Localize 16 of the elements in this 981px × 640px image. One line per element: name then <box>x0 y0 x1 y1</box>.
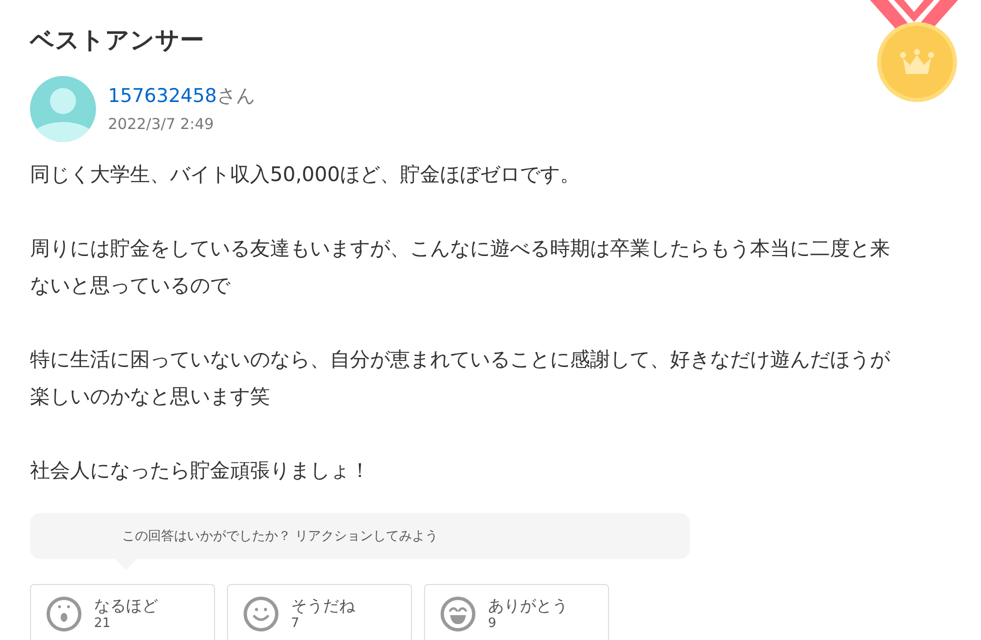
username-link[interactable]: 157632458 <box>108 85 217 107</box>
reaction-button[interactable]: ありがとう 9 <box>424 584 609 640</box>
reaction-prompt: この回答はいかがでしたか？ リアクションしてみよう <box>122 528 438 545</box>
surprised-face-icon <box>46 596 82 632</box>
reaction-button[interactable]: そうだね 7 <box>227 584 412 640</box>
reaction-button[interactable]: なるほど 21 <box>30 584 215 640</box>
smile-face-icon <box>243 596 279 632</box>
answer-paragraph: 周りには貯金をしている友達もいますが、こんなに遊べる時期は卒業したらもう本当に二度と来ないと思っているので <box>30 235 891 299</box>
medal-icon <box>868 0 960 104</box>
post-date: 2022/3/7 2:49 <box>108 114 215 134</box>
grin-face-icon <box>440 596 476 632</box>
answer-paragraph: 特に生活に困っていないのなら、自分が恵まれていることに感謝して、好きなだけ遊んだほうが楽しいのかなと思います笑 <box>30 346 892 410</box>
answer-paragraph: 同じく大学生、バイト収入50,000ほど、貯金ほぼゼロです。 <box>30 161 581 188</box>
answer-paragraph: 社会人になったら貯金頑張りましょ！ <box>30 457 371 484</box>
section-heading: ベストアンサー <box>30 25 205 56</box>
honorific-text: さん <box>216 85 255 107</box>
